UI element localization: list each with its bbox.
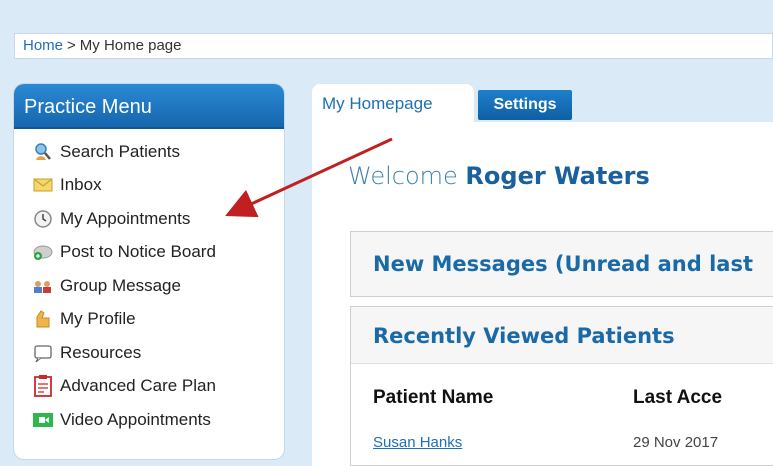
sidebar-item-inbox[interactable]: Inbox: [14, 169, 284, 203]
clock-icon: [32, 209, 54, 229]
welcome-heading: Welcome Roger Waters: [348, 162, 650, 190]
tab-settings[interactable]: Settings: [478, 90, 572, 120]
welcome-prefix: Welcome: [348, 162, 458, 190]
sidebar-item-group-message[interactable]: Group Message: [14, 269, 284, 303]
homepage-content: Welcome Roger Waters New Messages (Unrea…: [312, 122, 773, 466]
group-message-icon: [32, 276, 54, 296]
tab-my-homepage[interactable]: My Homepage: [312, 84, 474, 128]
sidebar-item-label: Search Patients: [60, 141, 181, 161]
patient-link[interactable]: Susan Hanks: [373, 434, 462, 451]
practice-menu: Search Patients Inbox My Appointments Po…: [14, 135, 284, 437]
sidebar-item-search-patients[interactable]: Search Patients: [14, 135, 284, 169]
breadcrumb: Home > My Home page: [14, 33, 773, 59]
clipboard-icon: [32, 375, 54, 398]
resources-icon: [32, 343, 54, 363]
sidebar-item-label: Resources: [60, 342, 142, 362]
new-messages-panel[interactable]: New Messages (Unread and last 7: [350, 231, 773, 340]
recently-viewed-title: Recently Viewed Patients: [373, 324, 675, 348]
sidebar-item-advanced-care-plan[interactable]: Advanced Care Plan: [14, 370, 284, 404]
column-header-patient-name: Patient Name: [373, 387, 494, 408]
user-name: Roger Waters: [465, 162, 650, 190]
sidebar-item-label: My Profile: [60, 309, 136, 329]
sidebar-item-label: Group Message: [60, 275, 181, 295]
sidebar-item-label: Advanced Care Plan: [60, 376, 216, 396]
practice-menu-sidebar: Practice Menu Search Patients Inbox My A…: [14, 84, 284, 459]
sidebar-item-label: My Appointments: [60, 208, 191, 228]
sidebar-item-label: Inbox: [60, 175, 102, 195]
breadcrumb-current: My Home page: [79, 37, 182, 54]
breadcrumb-separator: >: [67, 37, 76, 54]
sidebar-item-resources[interactable]: Resources: [14, 336, 284, 370]
video-camera-icon: [32, 410, 54, 430]
main-area: Welcome Roger Waters New Messages (Unrea…: [302, 84, 773, 466]
sidebar-item-label: Video Appointments: [60, 409, 211, 429]
notice-board-icon: [32, 242, 54, 262]
profile-icon: [32, 309, 54, 329]
sidebar-item-my-appointments[interactable]: My Appointments: [14, 202, 284, 236]
sidebar-item-label: Post to Notice Board: [60, 242, 216, 262]
envelope-icon: [32, 175, 54, 195]
recently-viewed-header[interactable]: Recently Viewed Patients: [351, 307, 773, 364]
sidebar-item-my-profile[interactable]: My Profile: [14, 303, 284, 337]
last-access-date: 29 Nov 2017: [633, 434, 719, 451]
column-header-last-access: Last Acce: [633, 387, 723, 408]
breadcrumb-home-link[interactable]: Home: [23, 37, 63, 54]
sidebar-item-post-to-notice-board[interactable]: Post to Notice Board: [14, 236, 284, 270]
sidebar-title: Practice Menu: [14, 84, 284, 129]
recently-viewed-panel: Recently Viewed Patients Patient Name La…: [350, 306, 773, 466]
sidebar-item-video-appointments[interactable]: Video Appointments: [14, 403, 284, 437]
search-patients-icon: [32, 142, 54, 162]
